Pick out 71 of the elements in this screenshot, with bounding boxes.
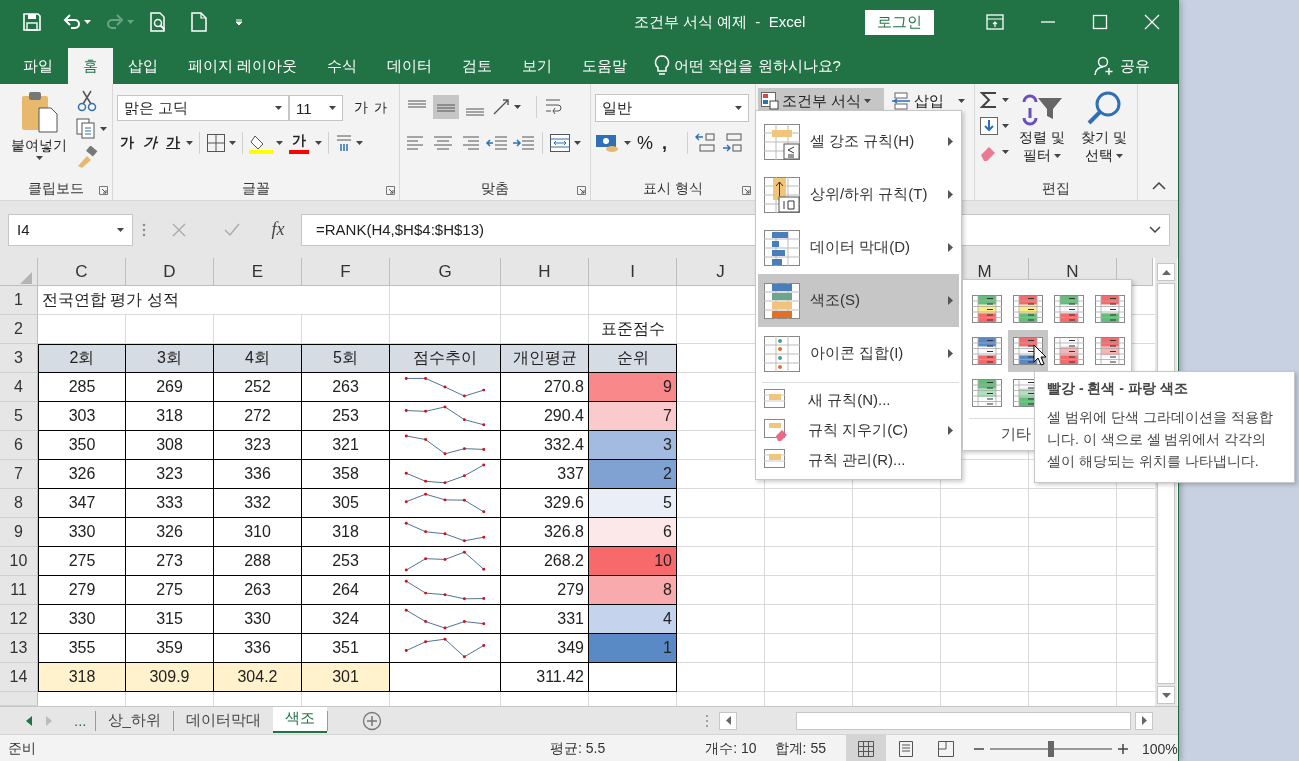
table-cell: 330 xyxy=(38,518,126,547)
table-cell: 305 xyxy=(302,489,390,518)
table-cell: 358 xyxy=(302,460,390,489)
table-cell: 323 xyxy=(126,460,214,489)
table-cell: 311.42 xyxy=(501,663,589,692)
table-cell: 303 xyxy=(38,402,126,431)
table-cell: 4회 xyxy=(214,344,302,373)
group-label: 글꼴 xyxy=(242,180,270,198)
table-cell: 301 xyxy=(302,663,390,692)
table-cell: 310 xyxy=(214,518,302,547)
group-label: 표시 형식 xyxy=(643,180,703,198)
table-cell: 7 xyxy=(589,402,677,431)
table-cell: 330 xyxy=(38,605,126,634)
table-cell: 3 xyxy=(589,431,677,460)
table-cell: 321 xyxy=(302,431,390,460)
table-cell: 263 xyxy=(214,576,302,605)
group-label: 클립보드 xyxy=(28,180,84,198)
table-cell: 326 xyxy=(38,460,126,489)
table-cell: 285 xyxy=(38,373,126,402)
table-cell: 252 xyxy=(214,373,302,402)
table-cell: 9 xyxy=(589,373,677,402)
table-cell: 8 xyxy=(589,576,677,605)
table-cell: 288 xyxy=(214,547,302,576)
table-cell: 309.9 xyxy=(126,663,214,692)
table-cell: 304.2 xyxy=(214,663,302,692)
table-cell-text: 표준점수 xyxy=(600,319,666,339)
table-cell: 253 xyxy=(302,547,390,576)
table-cell: 318 xyxy=(38,663,126,692)
table-cell: 순위 xyxy=(589,344,677,373)
table-cell: 350 xyxy=(38,431,126,460)
table-cell: 275 xyxy=(38,547,126,576)
table-cell: 10 xyxy=(589,547,677,576)
table-cell: 318 xyxy=(302,518,390,547)
table-cell: 324 xyxy=(302,605,390,634)
table-cell: 점수추이 xyxy=(390,344,501,373)
tooltip-text: 셀 범위에 단색 그라데이션을 적용합니다. 이 색으로 셀 범위에서 각각의 셀이 해당되는 위치를 나타냅니다. xyxy=(1047,408,1274,471)
table-cell: 5 xyxy=(589,489,677,518)
status-count: 개수: 10 xyxy=(705,740,757,758)
group-label: 맞춤 xyxy=(481,180,509,198)
table-cell: 330 xyxy=(214,605,302,634)
table-cell: 318 xyxy=(126,402,214,431)
table-cell: 2 xyxy=(589,460,677,489)
table-cell: 264 xyxy=(302,576,390,605)
table-cell: 336 xyxy=(214,460,302,489)
table-cell: 332 xyxy=(214,489,302,518)
table-cell: 개인평균 xyxy=(501,344,589,373)
table-cell: 273 xyxy=(126,547,214,576)
table-cell: 272 xyxy=(214,402,302,431)
table-cell: 315 xyxy=(126,605,214,634)
table-cell: 4 xyxy=(589,605,677,634)
status-average: 평균: 5.5 xyxy=(550,740,606,758)
table-cell: 5회 xyxy=(302,344,390,373)
table-cell: 253 xyxy=(302,402,390,431)
table-cell: 347 xyxy=(38,489,126,518)
table-cell: 3회 xyxy=(126,344,214,373)
status-text: 준비 xyxy=(8,740,36,758)
table-cell: 1 xyxy=(589,634,677,663)
status-sum: 합계: 55 xyxy=(774,740,826,758)
group-label: 편집 xyxy=(1042,180,1070,198)
table-cell: 275 xyxy=(126,576,214,605)
tooltip-title: 빨강 - 흰색 - 파랑 색조 xyxy=(1047,380,1189,398)
table-cell: 269 xyxy=(126,373,214,402)
window-title: 조건부 서식 예제 - Excel xyxy=(632,12,807,32)
table-cell: 263 xyxy=(302,373,390,402)
table-cell: 326 xyxy=(126,518,214,547)
table-cell: 279 xyxy=(38,576,126,605)
table-cell: 2회 xyxy=(38,344,126,373)
table-cell: 323 xyxy=(214,431,302,460)
table-cell: 6 xyxy=(589,518,677,547)
table-cell: 333 xyxy=(126,489,214,518)
table-cell: 308 xyxy=(126,431,214,460)
